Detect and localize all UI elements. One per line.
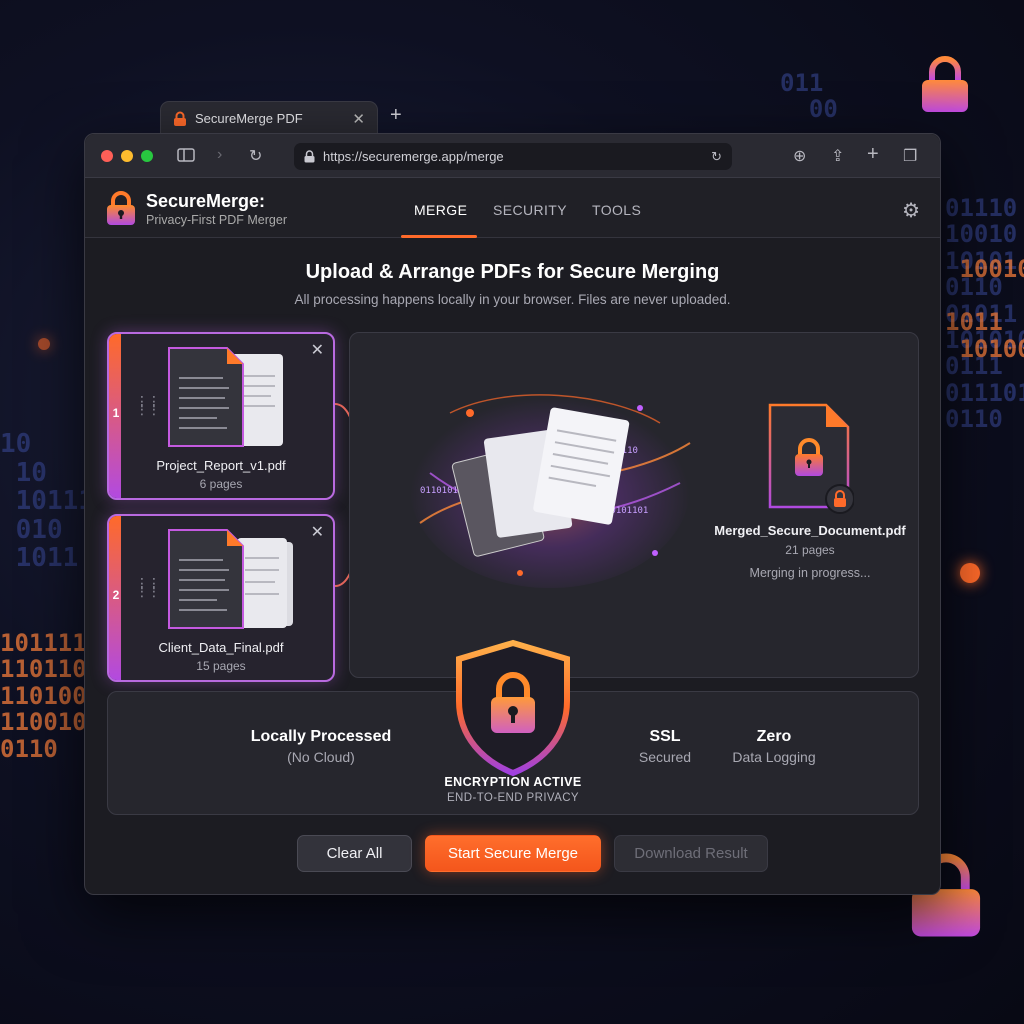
encryption-subtitle: END-TO-END PRIVACY — [446, 792, 579, 804]
merge-status: Merging in progress... — [749, 566, 871, 580]
download-icon[interactable]: ⊕ — [793, 146, 806, 166]
clear-all-button[interactable]: Clear All — [297, 835, 412, 872]
background-binary: 011 00 — [780, 69, 838, 124]
feature-zero-logging: Zero Data Logging — [724, 728, 824, 765]
file-pages: 6 pages — [199, 477, 243, 491]
pdf-document-icon — [168, 347, 283, 447]
app-title: SecureMerge: — [146, 191, 266, 211]
minimize-window-button[interactable] — [121, 150, 133, 162]
tab-security[interactable]: SECURITY — [493, 202, 567, 218]
encryption-title: ENCRYPTION ACTIVE — [444, 775, 582, 789]
refresh-icon[interactable]: ↻ — [711, 149, 722, 165]
share-icon[interactable]: ⇪ — [831, 146, 844, 166]
tabs-overview-icon[interactable]: ❐ — [903, 146, 917, 166]
tab-tools[interactable]: TOOLS — [592, 202, 641, 218]
feature-title: Zero — [756, 728, 792, 745]
page-subtitle: All processing happens locally in your b… — [294, 292, 731, 307]
browser-toolbar: › ↻ https://securemerge.app/merge ↻ ⊕ ⇪ … — [85, 134, 940, 178]
remove-file-icon[interactable]: ✕ — [311, 522, 324, 542]
app-header: SecureMerge: Privacy-First PDF Merger ME… — [85, 178, 940, 238]
lock-icon — [922, 56, 968, 112]
browser-window: › ↻ https://securemerge.app/merge ↻ ⊕ ⇪ … — [84, 133, 941, 895]
feature-title: Locally Processed — [250, 728, 392, 745]
close-window-button[interactable] — [101, 150, 113, 162]
file-order-number: 1 — [112, 406, 120, 420]
start-merge-button[interactable]: Start Secure Merge — [425, 835, 601, 872]
logo-lock-icon — [107, 191, 135, 225]
output-file-name: Merged_Secure_Document.pdf — [714, 523, 906, 538]
settings-gear-icon[interactable]: ⚙ — [902, 198, 920, 223]
app-subtitle: Privacy-First PDF Merger — [146, 213, 287, 227]
feature-sub: (No Cloud) — [287, 749, 355, 765]
file-name: Project_Report_v1.pdf — [156, 458, 286, 473]
lock-icon — [304, 150, 315, 163]
reload-icon[interactable]: ↻ — [249, 146, 262, 166]
file-card[interactable]: 2 ⋮⋮ ⋮⋮ ✕ Client_Data_Final.pdf 15 pages — [107, 514, 335, 682]
merging-documents-illustration: 01101011 10 0110110 10101101 — [410, 388, 691, 588]
maximize-window-button[interactable] — [141, 150, 153, 162]
drag-handle-icon[interactable]: ⋮⋮ ⋮⋮ — [135, 576, 161, 598]
feature-sub: Data Logging — [732, 749, 816, 765]
remove-file-icon[interactable]: ✕ — [311, 340, 324, 360]
merge-preview-panel: 01101011 10 0110110 10101101 — [349, 332, 919, 678]
pdf-document-icon — [168, 529, 293, 629]
page-title: Upload & Arrange PDFs for Secure Merging — [305, 261, 720, 283]
browser-tab[interactable]: SecureMerge PDF ✕ — [160, 101, 378, 135]
close-tab-icon[interactable]: ✕ — [352, 110, 365, 128]
background-binary: 10 10 10111 010 1011 — [0, 429, 94, 574]
url-text: https://securemerge.app/merge — [323, 149, 504, 164]
sidebar-icon[interactable] — [177, 148, 195, 162]
file-pages: 15 pages — [196, 659, 246, 673]
new-tab-icon[interactable]: + — [390, 104, 402, 127]
tab-merge[interactable]: MERGE — [414, 202, 467, 218]
background-binary: 10010 1011 10100 — [945, 255, 1024, 363]
tab-title: SecureMerge PDF — [195, 111, 303, 126]
address-bar[interactable]: https://securemerge.app/merge ↻ — [294, 143, 732, 170]
shield-lock-icon — [456, 639, 570, 777]
forward-icon[interactable]: › — [217, 146, 222, 164]
lock-icon — [174, 111, 186, 126]
file-order-number: 2 — [112, 588, 120, 602]
file-name: Client_Data_Final.pdf — [158, 640, 284, 655]
feature-sub: Secured — [638, 749, 692, 765]
feature-ssl: SSL Secured — [630, 728, 700, 765]
feature-title: SSL — [649, 728, 681, 745]
add-tab-icon[interactable]: + — [867, 143, 879, 166]
glow-dot — [38, 338, 50, 350]
glow-dot — [960, 563, 980, 583]
file-card[interactable]: 1 ⋮⋮ ⋮⋮ ✕ Project_Report_v1.pdf 6 pages — [107, 332, 335, 500]
drag-handle-icon[interactable]: ⋮⋮ ⋮⋮ — [135, 394, 161, 416]
download-result-button[interactable]: Download Result — [614, 835, 768, 872]
feature-local: Locally Processed (No Cloud) — [246, 728, 396, 765]
output-file-pages: 21 pages — [785, 543, 835, 557]
active-tab-indicator — [401, 235, 477, 238]
secured-pdf-icon — [768, 403, 854, 514]
